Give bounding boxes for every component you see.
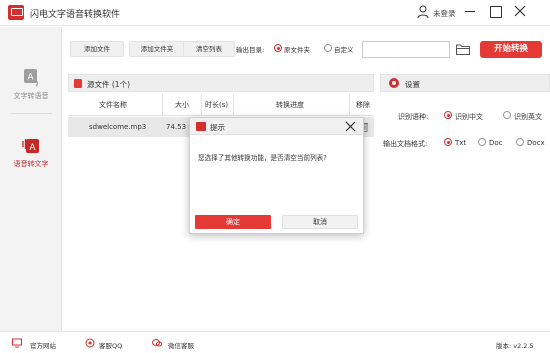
custom-folder-label[interactable]: 自定义 bbox=[334, 44, 354, 54]
source-folder-radio[interactable] bbox=[274, 44, 282, 52]
dialog-title: 提示 bbox=[210, 123, 225, 132]
text-to-speech-icon: A bbox=[24, 69, 39, 87]
source-files-header: 源文件 (1个) bbox=[68, 74, 374, 92]
col-size: 大小 bbox=[175, 101, 189, 109]
column-divider bbox=[201, 94, 202, 116]
gear-icon bbox=[389, 78, 399, 88]
app-title: 闪电文字语音转换软件 bbox=[30, 10, 121, 20]
version-label: 版本: v2.2.5 bbox=[496, 342, 534, 350]
confirm-dialog: 提示 您选择了其他转换功能，是否清空当前列表? 确定 取消 bbox=[189, 117, 364, 234]
sidebar-item-label: 语音转文字 bbox=[13, 160, 49, 168]
output-dir-label: 输出目录: bbox=[236, 46, 265, 54]
maximize-button[interactable] bbox=[487, 3, 503, 19]
document-icon bbox=[74, 79, 82, 88]
wechat-service-link[interactable]: 微信客服 bbox=[168, 340, 194, 350]
lang-english-label[interactable]: 识别英文 bbox=[514, 112, 542, 122]
source-files-title: 源文件 (1个) bbox=[87, 80, 131, 89]
app-logo-icon bbox=[8, 5, 24, 20]
sidebar-divider bbox=[10, 113, 52, 114]
settings-header: 设置 bbox=[380, 74, 550, 92]
file-name-cell: sdwelcome.mp3 bbox=[89, 123, 147, 131]
format-docx-radio[interactable] bbox=[516, 138, 524, 146]
cancel-button[interactable]: 取消 bbox=[282, 215, 358, 229]
format-doc-radio[interactable] bbox=[478, 138, 486, 146]
website-link[interactable]: 官方网站 bbox=[30, 340, 56, 350]
app-logo-icon bbox=[196, 122, 206, 131]
format-txt-label[interactable]: Txt bbox=[455, 139, 466, 147]
add-file-button[interactable]: 添加文件 bbox=[70, 41, 124, 57]
col-filename: 文件名称 bbox=[99, 101, 127, 109]
language-label: 识别语种: bbox=[398, 113, 429, 121]
start-convert-button[interactable]: 开始转换 bbox=[480, 41, 542, 58]
login-status[interactable]: 未登录 bbox=[433, 8, 456, 19]
add-folder-button[interactable]: 添加文件夹 bbox=[129, 41, 185, 57]
custom-folder-radio[interactable] bbox=[324, 44, 332, 52]
column-divider bbox=[162, 94, 163, 116]
source-folder-label[interactable]: 原文件夹 bbox=[284, 44, 310, 54]
close-icon[interactable] bbox=[344, 120, 357, 133]
column-divider bbox=[349, 94, 350, 116]
confirm-button[interactable]: 确定 bbox=[195, 215, 271, 229]
sidebar-item-label: 文字转语音 bbox=[13, 92, 49, 100]
toolbar: 添加文件 添加文件夹 清空列表 输出目录: 原文件夹 自定义 开始转换 bbox=[62, 27, 550, 69]
clear-list-button[interactable]: 清空列表 bbox=[183, 41, 235, 57]
website-icon[interactable] bbox=[12, 338, 22, 348]
format-docx-label[interactable]: Docx bbox=[527, 139, 545, 147]
footer: 官方网站 客服QQ 微信客服 版本: v2.2.5 bbox=[0, 331, 550, 353]
col-progress: 转换进度 bbox=[276, 101, 304, 109]
settings-title: 设置 bbox=[405, 80, 420, 89]
format-txt-radio[interactable] bbox=[444, 138, 452, 146]
speech-to-text-icon: A bbox=[22, 139, 39, 153]
lang-chinese-radio[interactable] bbox=[444, 111, 452, 119]
column-divider bbox=[233, 94, 234, 116]
col-remove: 移除 bbox=[356, 101, 370, 109]
sidebar-item-text-to-speech[interactable]: A 文字转语音 bbox=[0, 67, 62, 101]
qq-icon[interactable] bbox=[85, 338, 95, 348]
dialog-header: 提示 bbox=[190, 118, 363, 135]
minimize-button[interactable] bbox=[462, 3, 478, 19]
sidebar-item-speech-to-text[interactable]: A 语音转文字 bbox=[0, 135, 62, 169]
file-table-header: 文件名称 大小 时长(s) 转换进度 移除 bbox=[68, 94, 374, 116]
lang-english-radio[interactable] bbox=[503, 111, 511, 119]
user-icon[interactable] bbox=[417, 5, 429, 19]
format-label: 输出文档格式: bbox=[383, 140, 428, 148]
wechat-icon[interactable] bbox=[152, 338, 162, 348]
title-bar: 闪电文字语音转换软件 未登录 bbox=[0, 0, 550, 26]
format-doc-label[interactable]: Doc bbox=[489, 139, 503, 147]
lang-chinese-label[interactable]: 识别中文 bbox=[455, 112, 483, 122]
svg-text:A: A bbox=[29, 143, 36, 153]
close-icon[interactable] bbox=[512, 3, 528, 19]
dialog-message: 您选择了其他转换功能，是否清空当前列表? bbox=[198, 154, 327, 162]
output-path-input[interactable] bbox=[362, 41, 450, 58]
sidebar: A 文字转语音 A 语音转文字 bbox=[0, 27, 62, 331]
folder-icon[interactable] bbox=[456, 44, 470, 55]
col-duration: 时长(s) bbox=[205, 101, 229, 109]
svg-text:A: A bbox=[27, 73, 34, 83]
qq-service-link[interactable]: 客服QQ bbox=[99, 340, 122, 350]
